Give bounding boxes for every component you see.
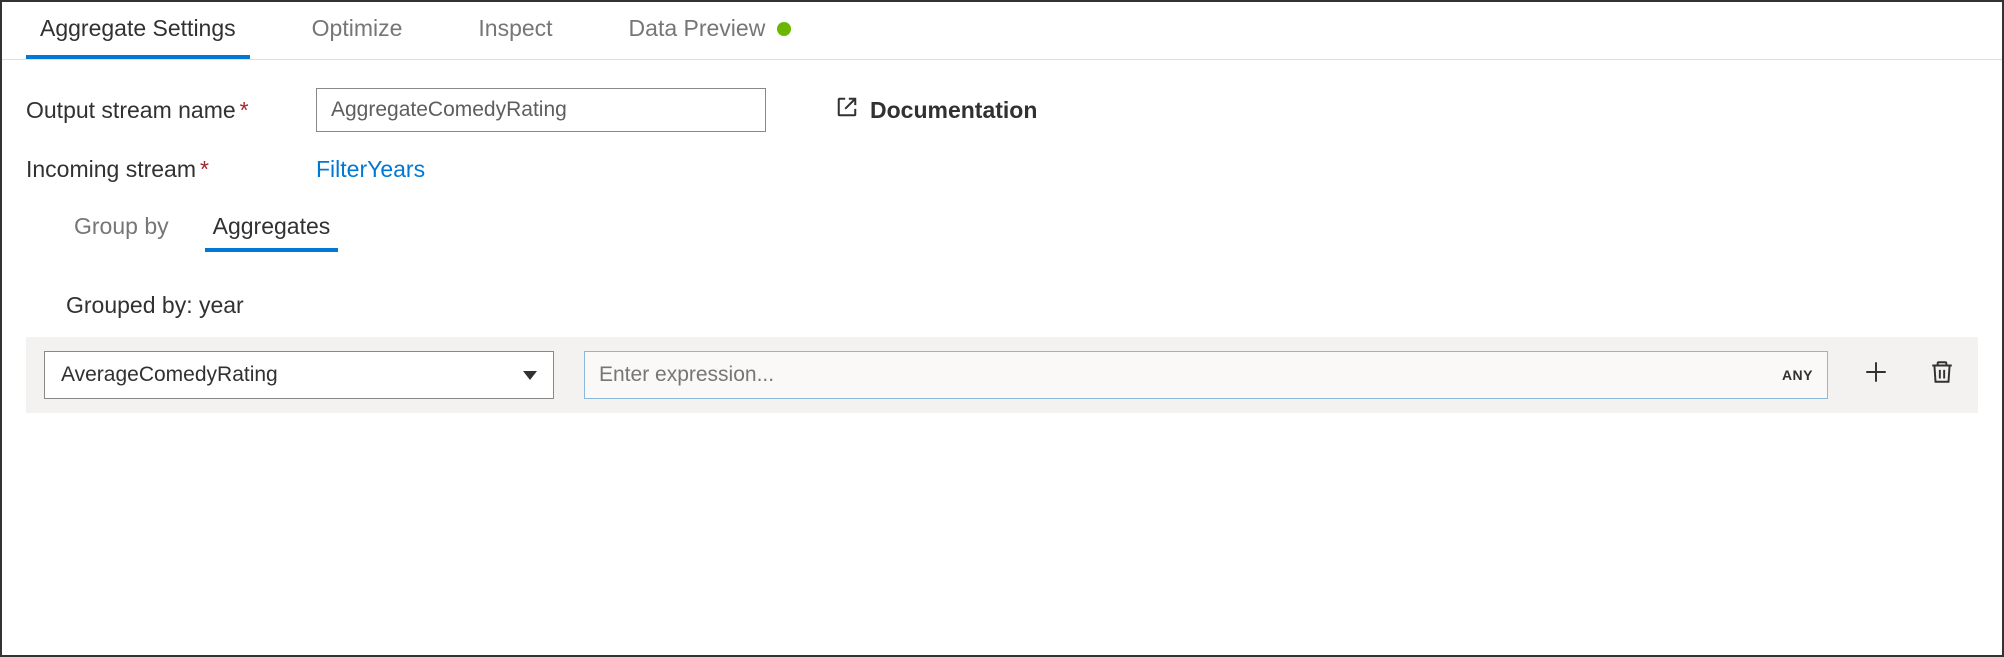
documentation-link[interactable]: Documentation xyxy=(836,96,1037,124)
output-stream-label: Output stream name* xyxy=(26,97,316,124)
external-link-icon xyxy=(836,96,858,124)
chevron-down-icon xyxy=(523,371,537,380)
grouped-by-label: Grouped by: year xyxy=(26,252,1978,337)
output-stream-input[interactable] xyxy=(316,88,766,132)
sub-tab-group-by[interactable]: Group by xyxy=(66,207,177,252)
tab-label: Aggregate Settings xyxy=(40,15,236,42)
incoming-stream-row: Incoming stream* FilterYears xyxy=(26,156,1978,183)
incoming-stream-link[interactable]: FilterYears xyxy=(316,156,425,183)
column-name-select[interactable]: AverageComedyRating xyxy=(44,351,554,399)
type-badge: ANY xyxy=(1782,367,1813,383)
output-stream-row: Output stream name* Documentation xyxy=(26,88,1978,132)
aggregate-row: AverageComedyRating Enter expression... … xyxy=(26,337,1978,413)
incoming-stream-label: Incoming stream* xyxy=(26,156,316,183)
required-asterisk-icon: * xyxy=(200,156,209,182)
label-text: Incoming stream xyxy=(26,156,196,182)
add-button[interactable] xyxy=(1858,357,1894,393)
tab-inspect[interactable]: Inspect xyxy=(464,2,566,59)
column-name-value: AverageComedyRating xyxy=(61,363,278,387)
form-area: Output stream name* Documentation Incomi… xyxy=(2,60,2002,337)
sub-tab-aggregates[interactable]: Aggregates xyxy=(205,207,339,252)
aggregate-settings-panel: Aggregate Settings Optimize Inspect Data… xyxy=(2,2,2002,413)
tab-label: Data Preview xyxy=(629,15,766,42)
top-tab-bar: Aggregate Settings Optimize Inspect Data… xyxy=(2,2,2002,60)
sub-tab-label: Group by xyxy=(74,213,169,239)
status-dot-icon xyxy=(777,22,791,36)
tab-label: Optimize xyxy=(312,15,403,42)
tab-data-preview[interactable]: Data Preview xyxy=(615,2,806,59)
tab-aggregate-settings[interactable]: Aggregate Settings xyxy=(26,2,250,59)
sub-tab-bar: Group by Aggregates xyxy=(26,207,1978,252)
delete-button[interactable] xyxy=(1924,357,1960,393)
required-asterisk-icon: * xyxy=(240,97,249,123)
trash-icon xyxy=(1929,359,1955,391)
expression-input[interactable]: Enter expression... ANY xyxy=(584,351,1828,399)
tab-label: Inspect xyxy=(478,15,552,42)
plus-icon xyxy=(1863,359,1889,391)
tab-optimize[interactable]: Optimize xyxy=(298,2,417,59)
sub-tab-label: Aggregates xyxy=(213,213,331,239)
expression-placeholder: Enter expression... xyxy=(599,363,774,387)
documentation-label: Documentation xyxy=(870,97,1037,124)
label-text: Output stream name xyxy=(26,97,236,123)
